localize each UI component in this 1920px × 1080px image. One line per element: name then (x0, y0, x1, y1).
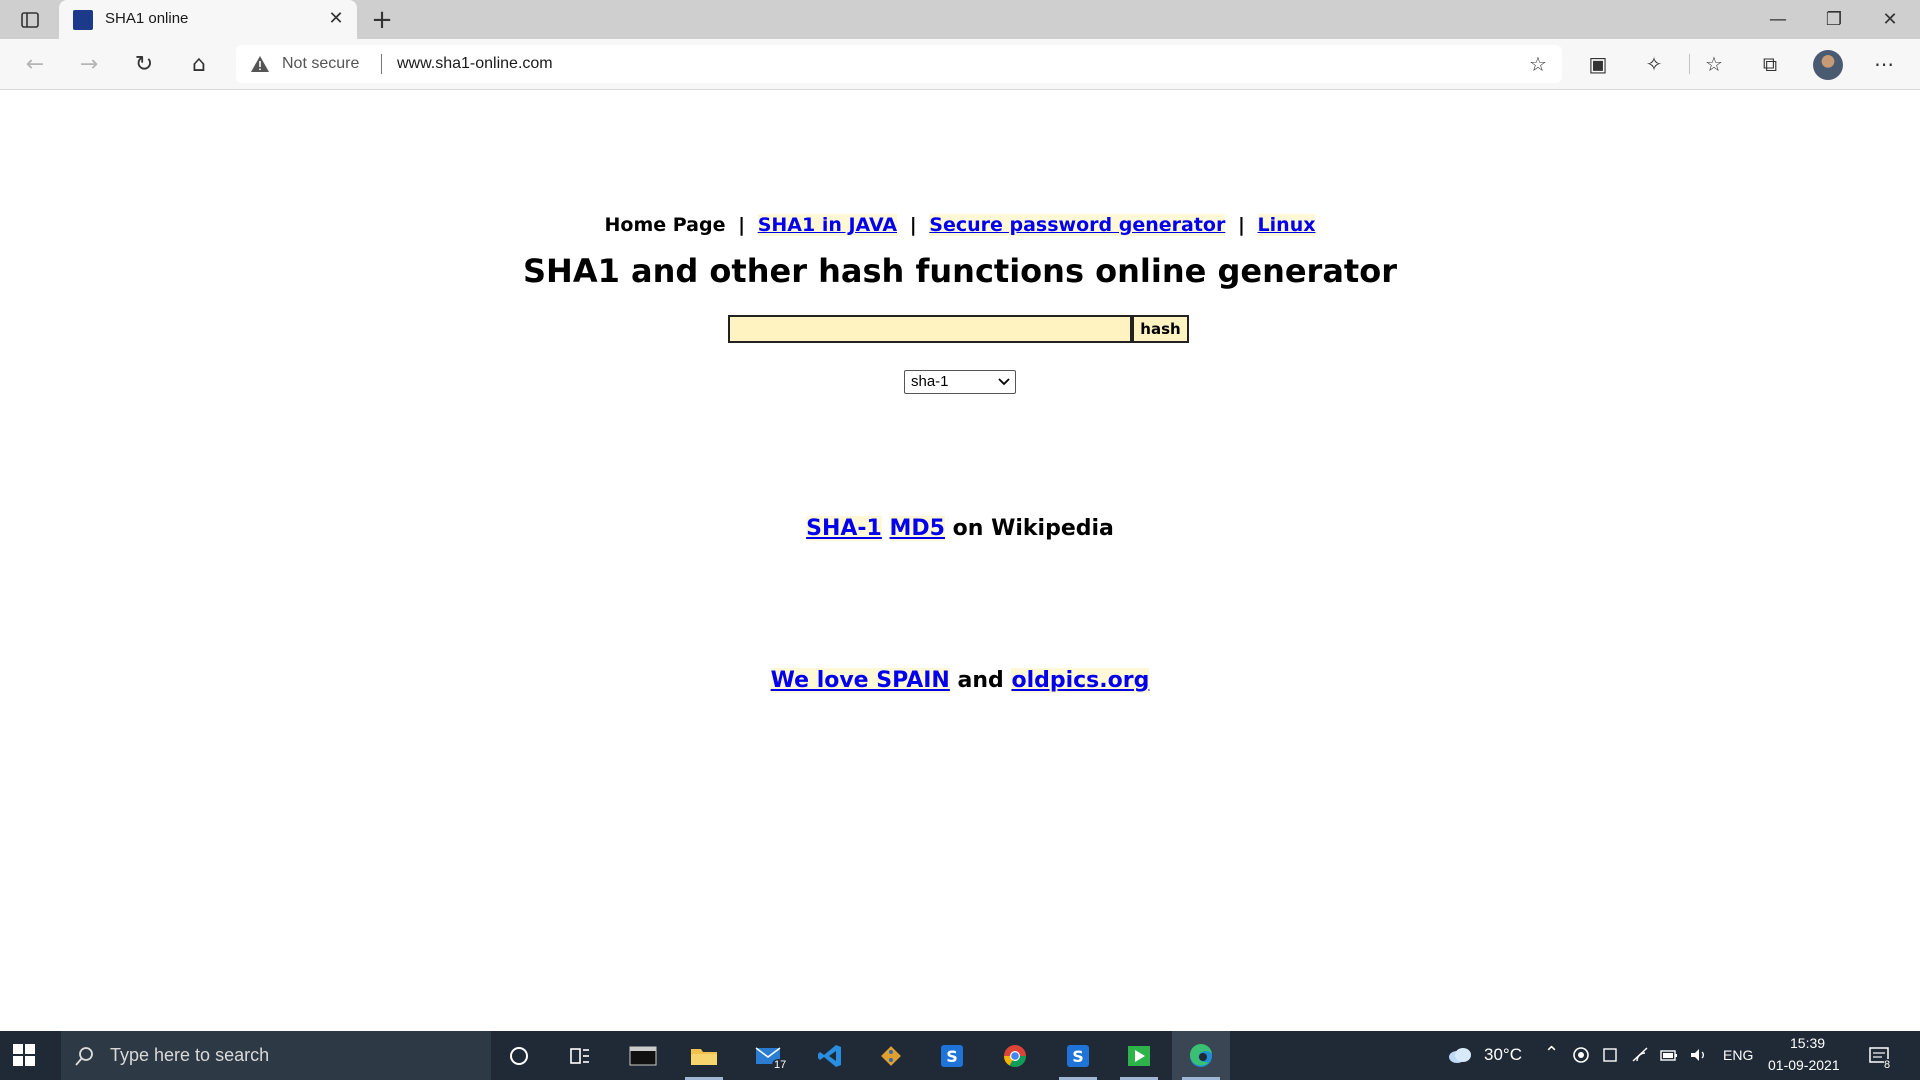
terminal-icon (629, 1046, 657, 1065)
browser-toolbar: ← → ↻ ⌂ Not secure www.sha1-online.com ☆… (0, 39, 1920, 90)
s-app-icon: S (941, 1044, 963, 1067)
tab-actions-button[interactable] (14, 8, 46, 32)
nav-separator: | (909, 214, 917, 236)
taskbar-search-placeholder[interactable]: Type here to search (110, 1045, 269, 1066)
profile-avatar[interactable] (1813, 50, 1843, 80)
warning-icon (251, 56, 269, 72)
footer-and: and (957, 668, 1004, 693)
hash-button[interactable]: hash (1132, 315, 1189, 343)
notifications-count: 8 (1884, 1059, 1891, 1071)
weather-temperature[interactable]: 30°C (1484, 1045, 1522, 1065)
linux-link[interactable]: Linux (1257, 214, 1316, 236)
site-favicon-icon (73, 10, 93, 30)
forward-button[interactable]: → (72, 48, 106, 80)
app-s-blue-2[interactable]: S (1049, 1031, 1107, 1080)
web-page: Home Page | SHA1 in JAVA | Secure passwo… (0, 90, 1920, 1031)
oldpics-link[interactable]: oldpics.org (1011, 668, 1150, 693)
toolbar-separator (1689, 54, 1690, 74)
app-s-blue[interactable]: S (923, 1031, 981, 1080)
windows-start-icon[interactable] (12, 1043, 36, 1067)
folder-icon (691, 1048, 717, 1065)
favorites-icon[interactable]: ☆ (1697, 48, 1731, 80)
mail-badge: 17 (772, 1059, 789, 1071)
media-player-icon (1128, 1045, 1150, 1066)
clock-time[interactable]: 15:39 (1790, 1035, 1825, 1051)
chrome-icon (1004, 1044, 1026, 1067)
nav-separator: | (1237, 214, 1245, 236)
volume-icon[interactable] (1688, 1045, 1708, 1065)
tab-actions-icon (21, 12, 39, 28)
edge-icon (1189, 1043, 1212, 1067)
chevron-down-icon (998, 378, 1010, 386)
git-app[interactable] (862, 1031, 920, 1080)
algorithm-select[interactable]: sha-1 (904, 370, 1016, 394)
windows-taskbar: Type here to search 17 S S 30°C ⌃ ENG 15… (0, 1031, 1920, 1080)
vscode-app[interactable] (801, 1031, 859, 1080)
file-explorer-app[interactable] (675, 1031, 733, 1080)
wikipedia-suffix: on Wikipedia (952, 516, 1114, 541)
browser-tab-active[interactable]: SHA1 online ✕ (59, 0, 357, 39)
browser-titlebar: SHA1 online ✕ + — ❐ ✕ (0, 0, 1920, 39)
nav-separator: | (738, 214, 746, 236)
hash-text-input[interactable] (728, 315, 1132, 343)
chrome-app[interactable] (986, 1031, 1044, 1080)
cortana-button[interactable] (490, 1031, 548, 1080)
md5-wikipedia-link[interactable]: MD5 (889, 516, 945, 541)
weather-cloud-icon[interactable] (1447, 1045, 1473, 1065)
mail-app[interactable]: 17 (740, 1031, 798, 1080)
home-page-label: Home Page (604, 214, 726, 236)
media-app[interactable] (1110, 1031, 1168, 1080)
collections-button-icon[interactable]: ⧉ (1753, 48, 1787, 80)
restore-button[interactable]: ❐ (1806, 0, 1862, 39)
meet-now-icon[interactable] (1601, 1045, 1621, 1065)
more-menu-icon[interactable]: ⋯ (1867, 48, 1901, 80)
add-favorite-icon[interactable]: ☆ (1525, 52, 1551, 76)
top-navigation: Home Page | SHA1 in JAVA | Secure passwo… (0, 214, 1920, 236)
new-tab-button[interactable]: + (368, 6, 396, 34)
language-indicator[interactable]: ENG (1723, 1047, 1753, 1063)
security-label[interactable]: Not secure (282, 55, 359, 73)
extensions-icon[interactable]: ✧ (1637, 48, 1671, 80)
clock-date[interactable]: 01-09-2021 (1768, 1057, 1840, 1073)
close-window-button[interactable]: ✕ (1862, 0, 1918, 39)
collections-icon[interactable]: ▣ (1581, 48, 1615, 80)
minimize-button[interactable]: — (1750, 0, 1806, 39)
edge-app[interactable] (1172, 1031, 1230, 1080)
algorithm-selected-value: sha-1 (911, 373, 949, 390)
footer-links: We love SPAIN and oldpics.org (0, 668, 1920, 693)
terminal-app[interactable] (614, 1031, 672, 1080)
task-view-icon (570, 1047, 589, 1064)
we-love-spain-link[interactable]: We love SPAIN (770, 668, 950, 693)
address-bar[interactable]: Not secure www.sha1-online.com ☆ (236, 45, 1562, 83)
address-separator (381, 54, 382, 74)
back-button[interactable]: ← (18, 48, 52, 80)
battery-icon[interactable] (1659, 1045, 1679, 1065)
search-icon (75, 1047, 93, 1066)
sha1-wikipedia-link[interactable]: SHA-1 (806, 516, 882, 541)
task-view-button[interactable] (551, 1031, 609, 1080)
vscode-icon (818, 1044, 841, 1067)
location-icon[interactable] (1571, 1045, 1591, 1065)
wikipedia-links: SHA-1 MD5 on Wikipedia (0, 516, 1920, 541)
s-app-icon-2: S (1067, 1044, 1089, 1067)
refresh-button[interactable]: ↻ (127, 48, 161, 80)
url-text[interactable]: www.sha1-online.com (397, 55, 553, 73)
home-button[interactable]: ⌂ (182, 48, 216, 80)
git-icon (881, 1045, 901, 1066)
password-generator-link[interactable]: Secure password generator (929, 214, 1226, 236)
page-title: SHA1 and other hash functions online gen… (523, 252, 1397, 290)
svg-text:S: S (1072, 1047, 1084, 1066)
cortana-icon (510, 1046, 528, 1065)
sha1-java-link[interactable]: SHA1 in JAVA (757, 214, 898, 236)
show-hidden-icons-chevron-icon[interactable]: ⌃ (1544, 1043, 1559, 1064)
svg-text:S: S (946, 1047, 958, 1066)
tab-close-icon[interactable]: ✕ (326, 9, 346, 29)
tab-title: SHA1 online (105, 10, 189, 27)
wifi-icon[interactable] (1631, 1045, 1651, 1065)
